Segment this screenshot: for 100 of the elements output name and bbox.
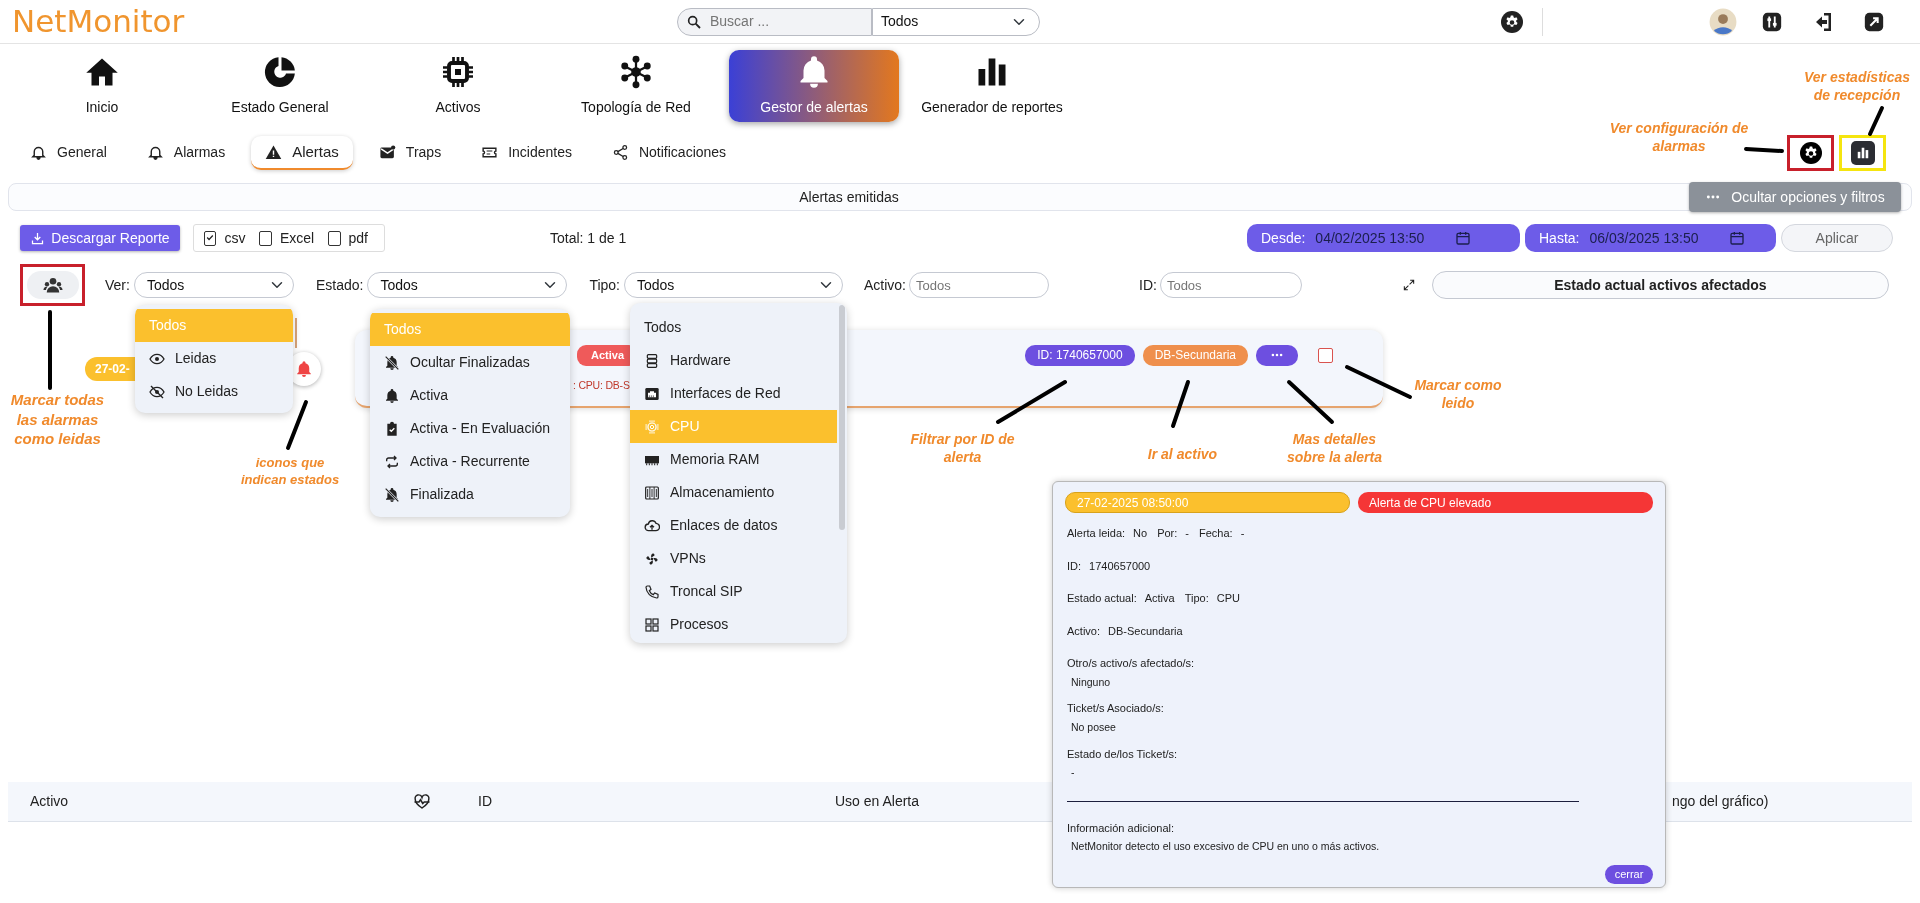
settings-icon[interactable]: [1500, 9, 1524, 34]
tab[interactable]: Alarmas: [132, 136, 240, 170]
menu-item[interactable]: Ocultar Finalizadas: [370, 346, 570, 379]
nav-item[interactable]: Generador de reportes: [907, 50, 1077, 122]
checkbox[interactable]: [204, 230, 217, 246]
menu-item[interactable]: Activa: [370, 379, 570, 412]
sliders-icon[interactable]: [1761, 10, 1783, 33]
calendar-icon: [1455, 230, 1472, 246]
tab[interactable]: Traps: [364, 136, 456, 170]
field-label: Fecha:: [1199, 526, 1233, 541]
tab[interactable]: General: [16, 136, 121, 170]
filter-label: Ver:: [105, 275, 130, 295]
annotation-text: Filtrar por ID de alerta: [910, 430, 1015, 467]
cloud-upload-icon: [644, 517, 660, 534]
annotation-text: Marcar todas las alarmas como leidas: [9, 390, 106, 449]
field-value: NetMonitor detecto el uso excesivo de CPU en uno o más activos.: [1070, 839, 1381, 855]
total-count: Total: 1 de 1: [550, 228, 627, 248]
menu-item[interactable]: Procesos: [630, 608, 837, 641]
chip-icon: [644, 418, 660, 435]
checkbox[interactable]: [259, 230, 272, 246]
menu-item[interactable]: Troncal SIP: [630, 575, 837, 608]
nav-item[interactable]: Topología de Red: [551, 50, 721, 122]
menu-item[interactable]: Almacenamiento: [630, 476, 837, 509]
heart-pulse-icon: [413, 793, 431, 812]
tab[interactable]: Alertas: [251, 135, 353, 171]
menu-item[interactable]: Todos: [630, 311, 837, 344]
tab[interactable]: Incidentes: [467, 136, 586, 170]
menu-item[interactable]: Enlaces de datos: [630, 509, 837, 542]
donut-chart-icon: [262, 54, 298, 90]
date-field[interactable]: Desde: 04/02/2025 13:50: [1247, 224, 1520, 252]
leader-line: [1868, 106, 1884, 136]
field-label: Tipo:: [1184, 591, 1209, 606]
field-label: Otro/s activo/s afectado/s:: [1067, 656, 1196, 671]
affected-assets-button[interactable]: Estado actual activos afectados: [1431, 271, 1889, 299]
filter-select[interactable]: Todos: [624, 272, 843, 298]
menu-item[interactable]: Activa - En Evaluación: [370, 412, 570, 445]
repeat-icon: [384, 453, 400, 470]
leader-line: [1744, 147, 1784, 153]
search-input[interactable]: Buscar ...: [710, 11, 860, 32]
field-value: No posee: [1070, 719, 1117, 735]
date-field[interactable]: Hasta: 06/03/2025 13:50: [1525, 224, 1776, 252]
filter-label: Tipo:: [589, 275, 620, 295]
tab[interactable]: Notificaciones: [597, 136, 741, 170]
chip-icon: [440, 54, 476, 90]
mark-read-checkbox[interactable]: [1318, 347, 1333, 363]
clipboard-check-icon: [384, 420, 400, 437]
menu-item[interactable]: Interfaces de Red: [630, 377, 837, 410]
bell-slash-icon: [384, 486, 400, 503]
nav-item[interactable]: Activos: [373, 50, 543, 122]
leader-line: [1171, 380, 1190, 428]
share-icon: [611, 143, 629, 161]
window-icon[interactable]: [1863, 10, 1885, 33]
field-value: -: [1240, 526, 1245, 541]
menu-item[interactable]: Leidas: [135, 342, 293, 375]
menu-item[interactable]: VPNs: [630, 542, 837, 575]
alarm-settings-button[interactable]: [1787, 135, 1834, 171]
filter-field[interactable]: Todos: [1159, 272, 1302, 298]
filter-field[interactable]: Todos: [909, 272, 1049, 298]
nav-item[interactable]: Gestor de alertas: [729, 50, 899, 122]
bell-slash-icon: [384, 354, 400, 371]
expand-icon[interactable]: [1401, 278, 1416, 292]
field-label: Estado de/los Ticket/s:: [1067, 746, 1179, 762]
warning-icon: [265, 143, 283, 161]
field-value: CPU: [1216, 591, 1240, 606]
annotation-text: Marcar como leido: [1413, 376, 1503, 413]
storage-icon: [644, 484, 660, 501]
filter-label: Activo:: [864, 275, 906, 295]
leader-line: [1345, 365, 1412, 399]
annotation-text: Ver configuración de alarmas: [1608, 119, 1750, 156]
menu-item[interactable]: Memoria RAM: [630, 443, 837, 476]
filter-label: Estado:: [315, 275, 364, 295]
nav-item[interactable]: Inicio: [17, 50, 187, 122]
filter-select[interactable]: Todos: [367, 272, 568, 298]
statistics-button[interactable]: [1839, 135, 1886, 171]
avatar-icon[interactable]: [1709, 7, 1737, 36]
leader-line: [286, 400, 308, 450]
more-details-button[interactable]: [1256, 344, 1298, 366]
close-button[interactable]: cerrar: [1605, 865, 1653, 884]
alert-id-button[interactable]: ID: 1740657000: [1025, 344, 1135, 366]
field-value: -: [1185, 526, 1189, 541]
search-field[interactable]: Buscar ...: [677, 7, 872, 36]
column-header: ngo del gráfico): [1672, 792, 1770, 811]
bar-chart-icon: [1855, 146, 1870, 160]
leader-line: [996, 380, 1067, 424]
menu-item[interactable]: Activa - Recurrente: [370, 445, 570, 478]
search-icon: [686, 13, 702, 30]
mark-all-read-button[interactable]: [20, 264, 85, 306]
scope-select[interactable]: Todos: [872, 7, 1040, 36]
alert-detail: : CPU: DB-S: [573, 377, 631, 393]
checkbox[interactable]: [328, 230, 341, 246]
nav-item[interactable]: Estado General: [195, 50, 365, 122]
menu-item[interactable]: Finalizada: [370, 478, 570, 511]
menu-item[interactable]: No Leidas: [135, 375, 293, 408]
scrollbar-thumb[interactable]: [839, 305, 845, 530]
apply-button[interactable]: Aplicar: [1781, 224, 1893, 252]
download-report-button[interactable]: Descargar Reporte: [20, 225, 180, 251]
filter-select[interactable]: Todos: [133, 272, 294, 298]
bell-icon: [295, 360, 313, 378]
grid-icon: [644, 616, 660, 633]
envelope-icon: [378, 143, 396, 161]
